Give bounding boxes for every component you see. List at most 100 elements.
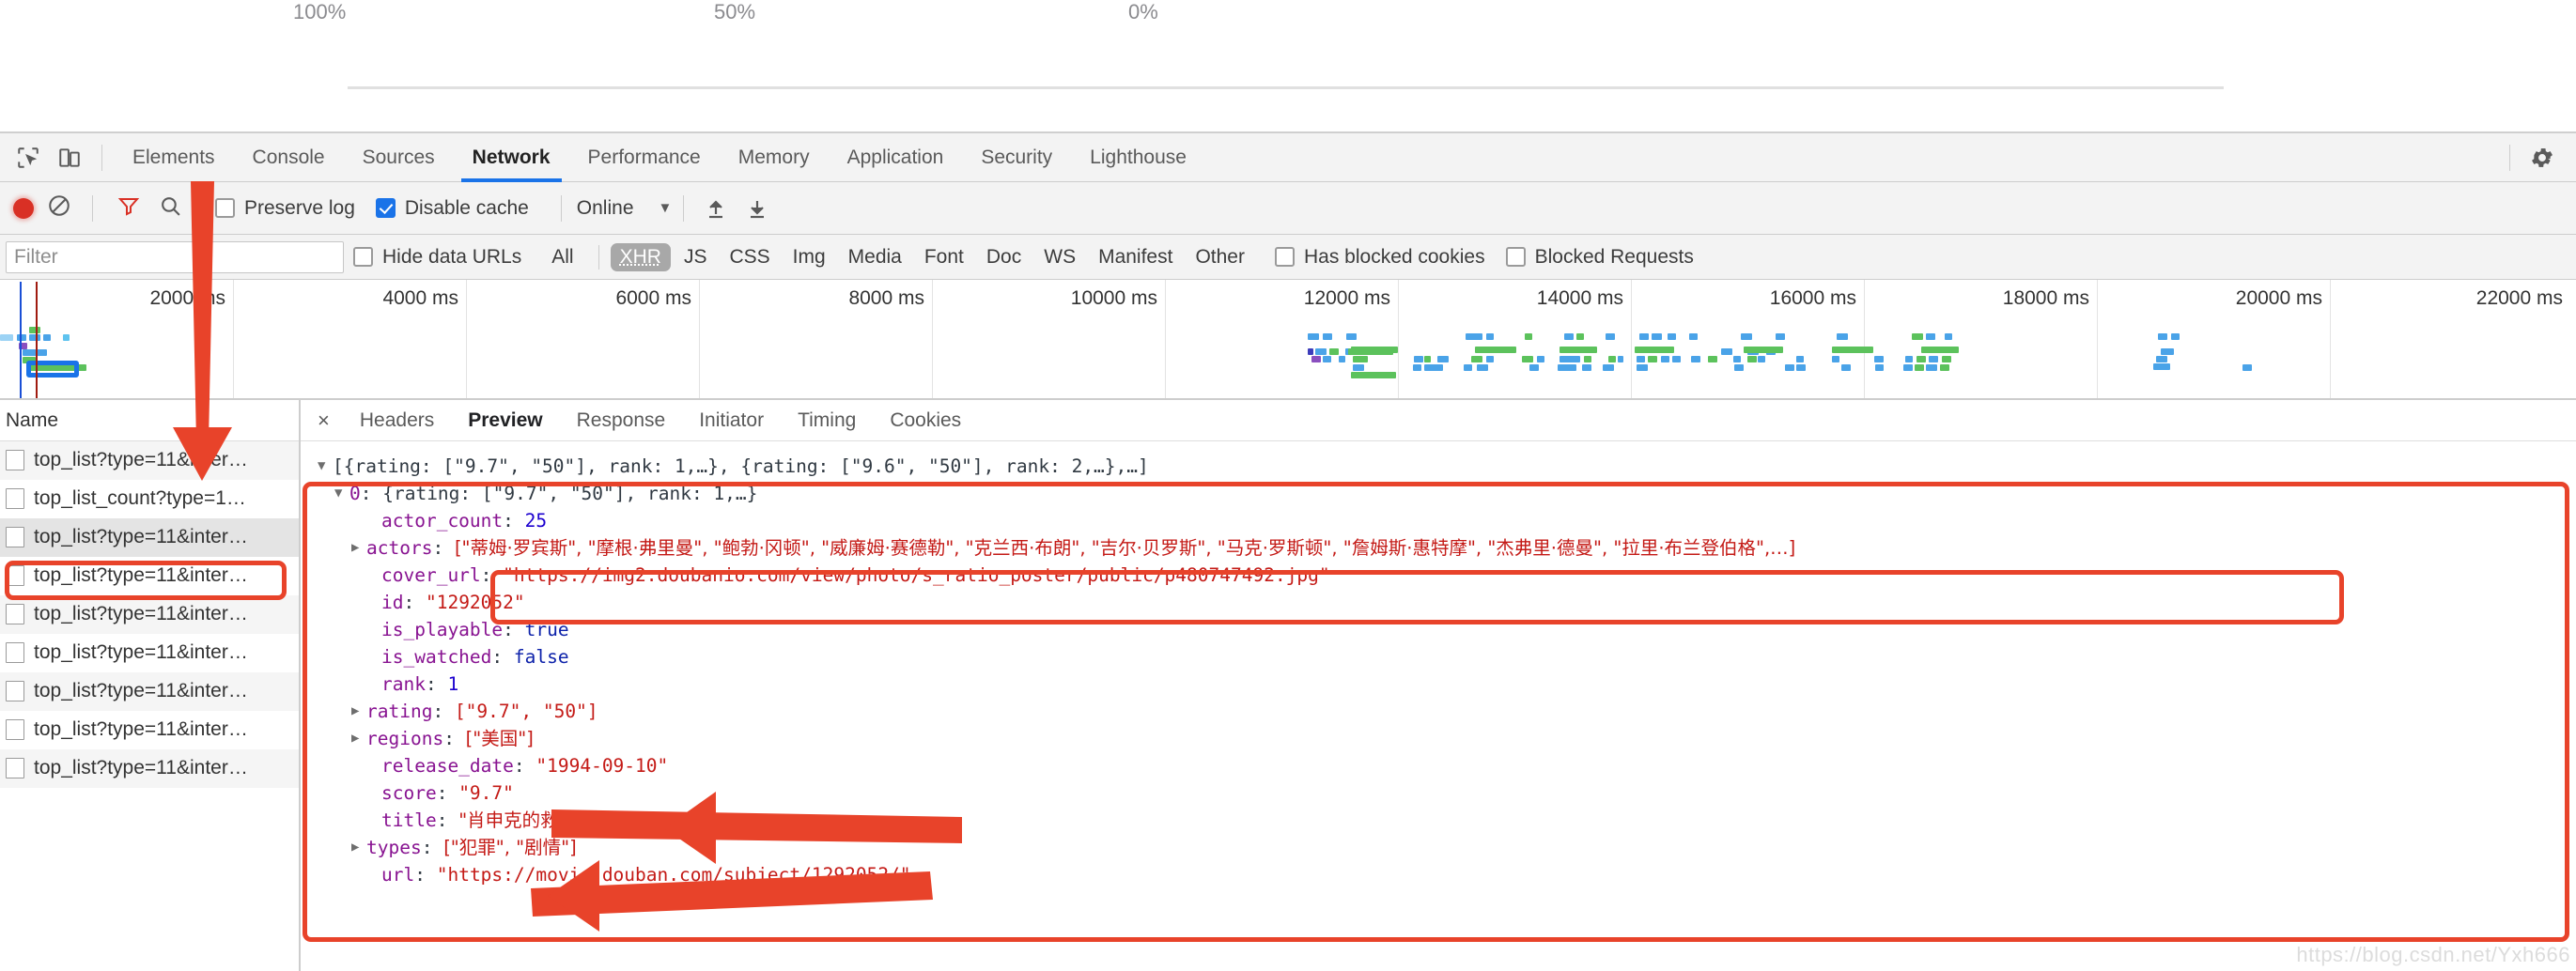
preserve-log-checkbox-box[interactable]: [215, 198, 235, 218]
hide-data-urls-checkbox[interactable]: Hide data URLs: [353, 246, 521, 269]
json-field-title: ▶ title : "肖申克的救赎": [318, 807, 2576, 834]
percent-label-0: 0%: [1128, 0, 1158, 23]
type-filter-css[interactable]: CSS: [720, 243, 779, 271]
table-row[interactable]: top_list?type=11&inter…: [0, 749, 299, 788]
tab-sources[interactable]: Sources: [344, 133, 454, 182]
tab-console[interactable]: Console: [234, 133, 344, 182]
table-row[interactable]: top_list?type=11&inter…: [0, 634, 299, 672]
type-filter-xhr[interactable]: XHR: [610, 242, 671, 271]
filter-input[interactable]: Filter: [6, 240, 344, 273]
json-field-actors[interactable]: ▶ actors : ["蒂姆·罗宾斯", "摩根·弗里曼", "鲍勃·冈顿",…: [318, 534, 2576, 562]
chevron-down-icon[interactable]: ▼: [334, 480, 349, 507]
toggle-device-toolbar-icon[interactable]: [49, 137, 90, 178]
type-filter-manifest[interactable]: Manifest: [1089, 243, 1182, 271]
type-filter-doc[interactable]: Doc: [977, 243, 1031, 271]
tab-application[interactable]: Application: [829, 133, 963, 182]
has-blocked-cookies-checkbox[interactable]: Has blocked cookies: [1274, 246, 1485, 269]
detail-tab-preview[interactable]: Preview: [451, 400, 559, 441]
type-filter-img[interactable]: Img: [784, 243, 835, 271]
tab-network[interactable]: Network: [454, 133, 569, 182]
toolbar-divider-3: [560, 194, 562, 222]
blocked-requests-checkbox-box[interactable]: [1505, 247, 1526, 267]
ruler-tick-16000: 16000 ms: [1769, 287, 1856, 309]
request-name: top_list?type=11&inter…: [34, 680, 248, 701]
request-detail-panel: × Headers Preview Response Initiator Tim…: [301, 400, 2576, 971]
table-row[interactable]: top_list?type=11&inter…: [0, 595, 299, 634]
type-filter-font[interactable]: Font: [915, 243, 973, 271]
json-value-release-date: "1994-09-10": [535, 755, 669, 777]
inspect-element-icon[interactable]: [8, 137, 49, 178]
request-type-icon: [6, 527, 24, 547]
json-field-is-watched: ▶ is_watched : false: [318, 643, 2576, 670]
request-type-icon: [6, 565, 24, 586]
tab-lighthouse[interactable]: Lighthouse: [1071, 133, 1205, 182]
hide-data-urls-checkbox-box[interactable]: [353, 247, 373, 267]
request-list[interactable]: Name top_list?type=11&inter… top_list_co…: [0, 400, 301, 971]
web-page-viewport: 100% 50% 0%: [0, 0, 2576, 131]
json-field-rating[interactable]: ▶ rating : ["9.7", "50"]: [318, 698, 2576, 725]
disable-cache-checkbox-box[interactable]: [375, 198, 396, 218]
tab-performance[interactable]: Performance: [569, 133, 720, 182]
tab-elements[interactable]: Elements: [114, 133, 234, 182]
chevron-right-icon[interactable]: ▶: [351, 534, 366, 562]
tab-memory[interactable]: Memory: [720, 133, 829, 182]
clear-icon[interactable]: [47, 193, 71, 223]
has-blocked-cookies-checkbox-box[interactable]: [1274, 247, 1295, 267]
detail-tab-headers[interactable]: Headers: [343, 400, 451, 441]
type-filter-media[interactable]: Media: [839, 243, 911, 271]
tabbar-right-divider: [2509, 144, 2510, 171]
network-overview[interactable]: 2000 ms 4000 ms 6000 ms 8000 ms 10000 ms…: [0, 280, 2576, 400]
json-preview-tree[interactable]: ▼ [{rating: ["9.7", "50"], rank: 1,…}, {…: [301, 441, 2576, 888]
chevron-right-icon[interactable]: ▶: [351, 834, 366, 861]
search-icon[interactable]: [159, 194, 182, 223]
hide-data-urls-label: Hide data URLs: [382, 245, 522, 268]
table-row-selected[interactable]: top_list?type=11&inter…: [0, 518, 299, 557]
filter-icon[interactable]: [117, 194, 140, 222]
ruler-tick-4000: 4000 ms: [382, 287, 458, 309]
gear-icon[interactable]: [2522, 137, 2563, 178]
network-toolbar: Preserve log Disable cache Online ▼: [0, 182, 2576, 235]
close-icon[interactable]: ×: [310, 408, 343, 433]
throttling-select[interactable]: Online ▼: [573, 197, 673, 220]
json-root-row[interactable]: ▼ [{rating: ["9.7", "50"], rank: 1,…}, {…: [318, 453, 2576, 480]
record-button-icon[interactable]: [13, 197, 34, 219]
json-value-types: ["犯罪", "剧情"]: [443, 837, 577, 858]
table-row[interactable]: top_list?type=11&inter…: [0, 711, 299, 749]
detail-tab-response[interactable]: Response: [560, 400, 683, 441]
page-divider-rule: [348, 86, 2224, 89]
chevron-down-icon[interactable]: ▼: [659, 200, 673, 216]
json-item-0-row[interactable]: ▼ 0 : {rating: ["9.7", "50"], rank: 1,…}: [318, 480, 2576, 507]
json-field-score: ▶ score : "9.7": [318, 779, 2576, 807]
disable-cache-checkbox[interactable]: Disable cache: [375, 197, 529, 220]
request-list-header[interactable]: Name: [0, 400, 299, 441]
json-value-cover-url: "https://img2.doubanio.com/view/photo/s_…: [503, 564, 1330, 586]
blocked-requests-checkbox[interactable]: Blocked Requests: [1505, 246, 1694, 269]
table-row[interactable]: top_list?type=11&inter…: [0, 441, 299, 480]
detail-tab-initiator[interactable]: Initiator: [682, 400, 781, 441]
table-row[interactable]: top_list?type=11&inter…: [0, 672, 299, 711]
export-har-icon[interactable]: [737, 188, 778, 229]
detail-tab-timing[interactable]: Timing: [781, 400, 873, 441]
json-field-url: ▶ url : "https://movie.douban.com/subjec…: [318, 861, 2576, 888]
json-field-regions[interactable]: ▶ regions : ["美国"]: [318, 725, 2576, 752]
type-filter-js[interactable]: JS: [675, 243, 717, 271]
type-filter-all[interactable]: All: [542, 243, 582, 271]
overview-selection-box[interactable]: [26, 361, 79, 378]
tab-security[interactable]: Security: [962, 133, 1071, 182]
table-row[interactable]: top_list_count?type=1…: [0, 480, 299, 518]
type-filter-other[interactable]: Other: [1186, 243, 1254, 271]
table-row[interactable]: top_list?type=11&inter…: [0, 557, 299, 595]
request-type-icon: [6, 642, 24, 663]
request-type-icon: [6, 450, 24, 470]
chevron-down-icon[interactable]: ▼: [318, 453, 333, 480]
type-filter-ws[interactable]: WS: [1034, 243, 1085, 271]
request-type-icon: [6, 488, 24, 509]
json-field-types[interactable]: ▶ types : ["犯罪", "剧情"]: [318, 834, 2576, 861]
preserve-log-checkbox[interactable]: Preserve log: [215, 197, 355, 220]
import-har-icon[interactable]: [695, 188, 737, 229]
detail-tab-cookies[interactable]: Cookies: [873, 400, 978, 441]
chevron-right-icon[interactable]: ▶: [351, 725, 366, 752]
request-name: top_list?type=11&inter…: [34, 526, 248, 547]
chevron-right-icon[interactable]: ▶: [351, 698, 366, 725]
tabbar-right-group: [2498, 137, 2576, 178]
